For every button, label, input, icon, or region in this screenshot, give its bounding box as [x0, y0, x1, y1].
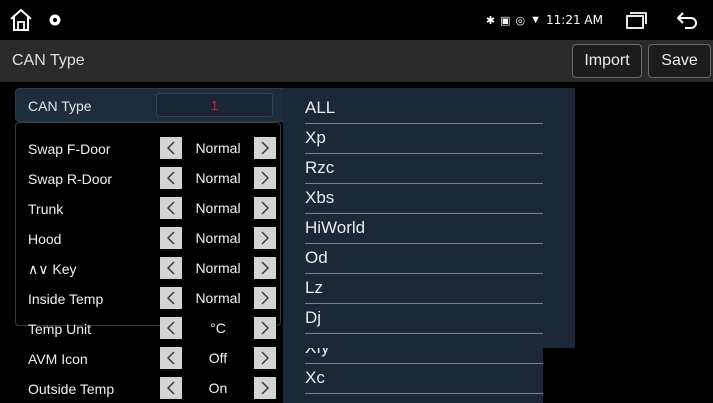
wifi-icon: ▼	[530, 14, 542, 26]
setting-row: Temp Unit °C	[0, 314, 290, 344]
setting-row: Hood Normal	[0, 224, 290, 254]
chevron-right-icon[interactable]	[254, 227, 276, 249]
recent-apps-icon[interactable]	[625, 11, 647, 29]
can-type-dropdown-overflow: XfyXc	[283, 348, 543, 403]
status-indicators: ✱ ▣ ◎ ▼ 11:21 AM	[486, 0, 713, 40]
chevron-left-icon[interactable]	[160, 167, 182, 189]
location-icon: ◎	[515, 14, 526, 27]
setting-value: Normal	[182, 287, 254, 309]
setting-row: Trunk Normal	[0, 194, 290, 224]
setting-value: On	[182, 377, 254, 399]
chevron-right-icon[interactable]	[254, 197, 276, 219]
chevron-left-icon[interactable]	[160, 197, 182, 219]
can-type-dropdown[interactable]: ALL Xp Rzc Xbs HiWorld Od Lz Dj	[283, 88, 575, 348]
dropdown-option[interactable]: Xp	[305, 124, 543, 154]
dropdown-option[interactable]: Lz	[305, 274, 543, 304]
dropdown-option[interactable]: ALL	[305, 94, 543, 124]
setting-label: Swap F-Door	[28, 141, 111, 157]
setting-row: Swap F-Door Normal	[0, 134, 290, 164]
chevron-right-icon[interactable]	[254, 257, 276, 279]
main-content: CAN Type 1 Swap F-Door Normal Swap R-Door N…	[0, 82, 713, 403]
setting-label: Trunk	[28, 201, 64, 217]
setting-label: Outside Temp	[28, 381, 115, 397]
setting-row: AVM Icon Off	[0, 344, 290, 374]
chevron-right-icon[interactable]	[254, 317, 276, 339]
dropdown-option[interactable]: Xfy	[305, 348, 543, 364]
title-bar: CAN Type Import Save	[0, 40, 713, 82]
save-button[interactable]: Save	[648, 44, 711, 78]
chevron-left-icon[interactable]	[160, 227, 182, 249]
setting-value: Normal	[182, 227, 254, 249]
page-title: CAN Type	[12, 52, 85, 69]
clock: 11:21 AM	[546, 13, 603, 27]
setting-value: °C	[182, 317, 254, 339]
setting-label: ∧∨ Key	[28, 261, 77, 277]
chevron-left-icon[interactable]	[160, 257, 182, 279]
setting-stepper: Off	[160, 347, 276, 369]
dropdown-option[interactable]: Xc	[305, 364, 543, 394]
chevron-left-icon[interactable]	[160, 137, 182, 159]
sim-icon: ▣	[500, 14, 511, 27]
chevron-right-icon[interactable]	[254, 377, 276, 399]
setting-stepper: Normal	[160, 137, 276, 159]
setting-stepper: Normal	[160, 167, 276, 189]
dropdown-option[interactable]: HiWorld	[305, 214, 543, 244]
status-bar: ✱ ▣ ◎ ▼ 11:21 AM	[0, 0, 713, 40]
setting-label: Inside Temp	[28, 291, 104, 307]
setting-value: Normal	[182, 167, 254, 189]
setting-value: Normal	[182, 137, 254, 159]
import-button[interactable]: Import	[572, 44, 642, 78]
chevron-right-icon[interactable]	[254, 347, 276, 369]
setting-value: Normal	[182, 197, 254, 219]
setting-stepper: On	[160, 377, 276, 399]
setting-stepper: Normal	[160, 257, 276, 279]
setting-label: AVM Icon	[28, 351, 88, 367]
chevron-right-icon[interactable]	[254, 287, 276, 309]
chevron-left-icon[interactable]	[160, 377, 182, 399]
dropdown-option[interactable]: Dj	[305, 304, 543, 334]
setting-stepper: °C	[160, 317, 276, 339]
setting-label: Swap R-Door	[28, 171, 113, 187]
dropdown-option[interactable]: Od	[305, 244, 543, 274]
setting-stepper: Normal	[160, 197, 276, 219]
settings-list: Swap F-Door Normal Swap R-Door Normal Trunk N…	[0, 82, 300, 403]
chevron-left-icon[interactable]	[160, 287, 182, 309]
setting-label: Hood	[28, 231, 62, 247]
setting-value: Off	[182, 347, 254, 369]
dropdown-option[interactable]: Xbs	[305, 184, 543, 214]
setting-row: Swap R-Door Normal	[0, 164, 290, 194]
setting-stepper: Normal	[160, 287, 276, 309]
chevron-right-icon[interactable]	[254, 137, 276, 159]
settings-app-icon	[49, 14, 61, 26]
back-icon[interactable]	[675, 10, 699, 30]
bluetooth-icon: ✱	[485, 14, 496, 27]
setting-row: ∧∨ Key Normal	[0, 254, 290, 284]
chevron-left-icon[interactable]	[160, 317, 182, 339]
setting-row: Inside Temp Normal	[0, 284, 290, 314]
chevron-left-icon[interactable]	[160, 347, 182, 369]
setting-stepper: Normal	[160, 227, 276, 249]
chevron-right-icon[interactable]	[254, 167, 276, 189]
dropdown-option[interactable]: Rzc	[305, 154, 543, 184]
setting-value: Normal	[182, 257, 254, 279]
home-icon[interactable]	[8, 7, 34, 33]
setting-label: Temp Unit	[28, 321, 92, 337]
setting-row: Outside Temp On	[0, 374, 290, 403]
